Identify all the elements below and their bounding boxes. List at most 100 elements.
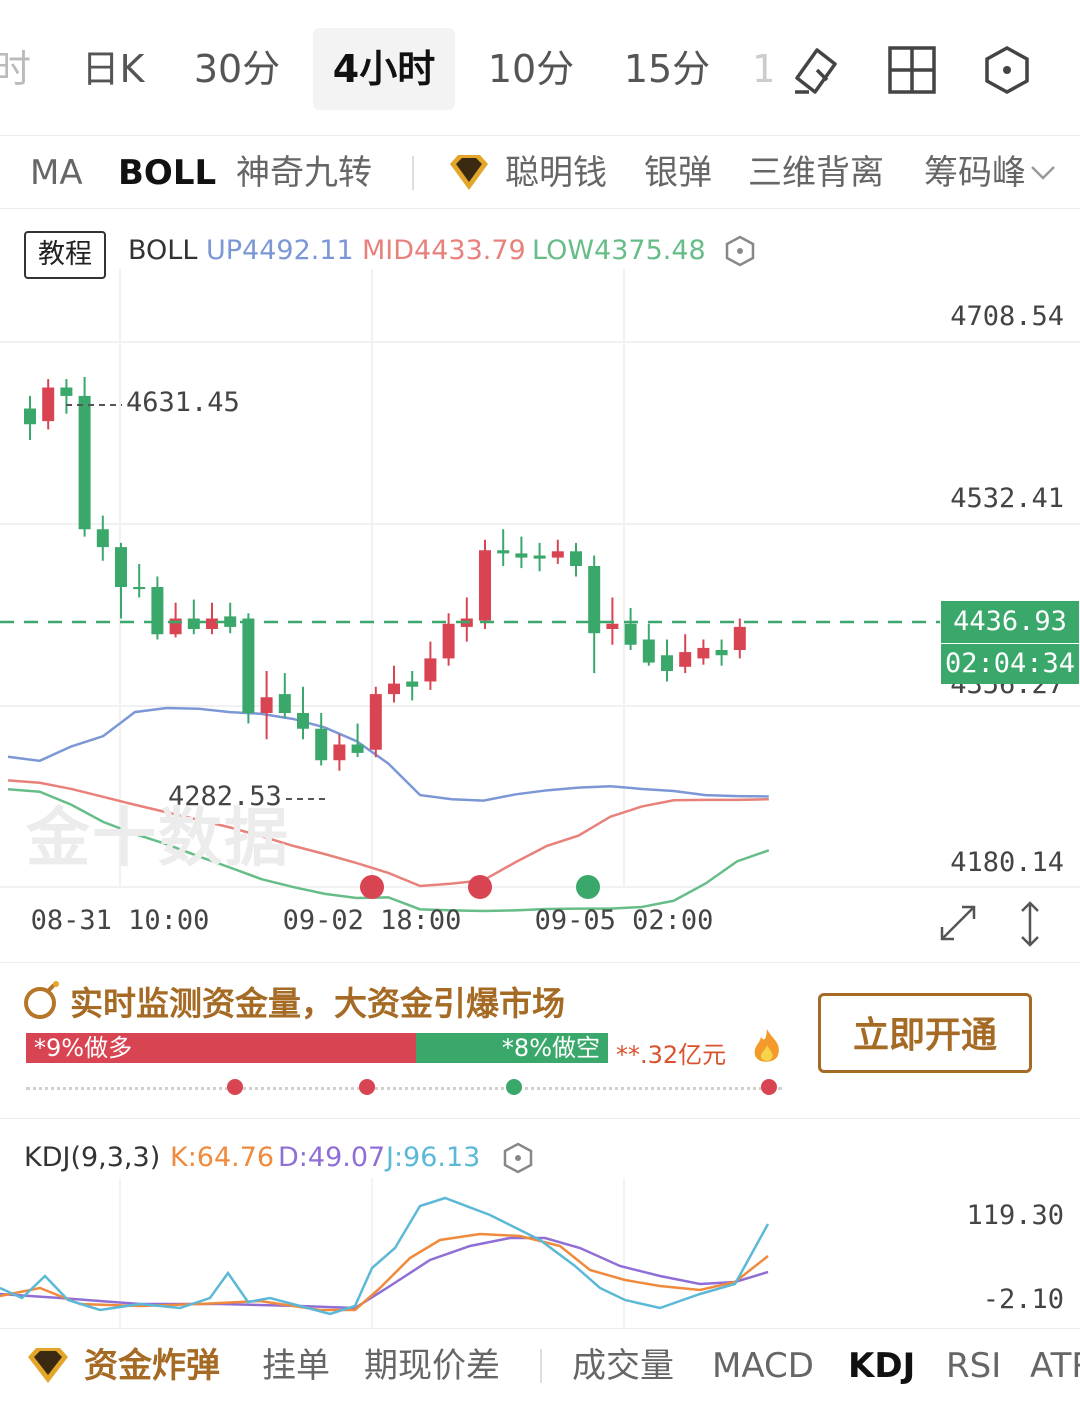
candle-body bbox=[679, 652, 692, 667]
signal-dot-red bbox=[468, 875, 492, 899]
candle-body bbox=[297, 713, 309, 729]
indicator-tab-ma[interactable]: MA bbox=[30, 148, 83, 198]
timeline-dot bbox=[761, 1079, 777, 1095]
capital-monitor-banner[interactable]: 实时监测资金量，大资金引爆市场 *9%做多 *8%做空 **.32亿元 立即开通 bbox=[0, 962, 1080, 1119]
timeline-dotted bbox=[26, 1087, 782, 1090]
kdj-d-line bbox=[0, 1236, 769, 1310]
candle-body bbox=[187, 618, 200, 629]
bottom-indicator-bar: 资金炸弹 挂单 期现价差 成交量 MACD KDJ RSI ATR bbox=[0, 1328, 1080, 1403]
candle-body bbox=[278, 694, 291, 713]
candle-body bbox=[60, 387, 73, 396]
bottom-tab-rsi[interactable]: RSI bbox=[946, 1339, 1001, 1393]
candle-body bbox=[515, 553, 528, 558]
candle-body bbox=[551, 551, 564, 558]
x-axis-label-3: 09-05 02:00 bbox=[534, 905, 714, 936]
kdj-y-label-bottom: -2.10 bbox=[982, 1284, 1064, 1315]
candle-body bbox=[533, 555, 546, 559]
kdj-settings-icon[interactable] bbox=[500, 1140, 536, 1176]
indicator-tab-nine-turns[interactable]: 神奇九转 bbox=[236, 148, 372, 198]
boll-legend-up: UP4492.11 bbox=[206, 235, 354, 266]
indicator-tab-smart-money[interactable]: 聪明钱 bbox=[505, 148, 607, 198]
x-axis-label-1: 08-31 10:00 bbox=[30, 905, 210, 936]
timeline-dot bbox=[359, 1079, 375, 1095]
boll-legend-mid: MID4433.79 bbox=[362, 235, 526, 266]
timeline-dot bbox=[227, 1079, 243, 1095]
y-axis-label-top: 4708.54 bbox=[950, 301, 1064, 332]
kdj-legend-name: KDJ(9,3,3) bbox=[24, 1142, 161, 1173]
kdj-y-label-top: 119.30 bbox=[966, 1200, 1064, 1231]
candle-body bbox=[78, 395, 91, 530]
chevron-down-icon[interactable] bbox=[1026, 156, 1060, 190]
period-tab-daily[interactable]: 日K bbox=[72, 28, 154, 110]
timeline-dot bbox=[506, 1079, 522, 1095]
candle-body bbox=[588, 566, 601, 634]
long-short-bar: *9%做多 *8%做空 bbox=[26, 1033, 608, 1063]
grid-layout-icon[interactable] bbox=[882, 40, 942, 100]
candle-body bbox=[406, 681, 419, 687]
indicator-tab-bar: MA BOLL 神奇九转 聪明钱 银弹 三维背离 筹码峰 bbox=[0, 136, 1080, 209]
period-tab-more[interactable]: 1 bbox=[752, 28, 772, 110]
bottom-tab-basis[interactable]: 期现价差 bbox=[364, 1339, 500, 1393]
indicator-tab-silver-bullet[interactable]: 银弹 bbox=[644, 148, 712, 198]
candle-body bbox=[42, 387, 55, 422]
candle-body bbox=[570, 551, 582, 566]
tutorial-badge[interactable]: 教程 bbox=[24, 231, 106, 279]
indicator-tab-boll[interactable]: BOLL bbox=[118, 148, 216, 198]
draw-pen-icon[interactable] bbox=[787, 40, 847, 100]
diamond-icon bbox=[24, 1345, 72, 1387]
bottom-tab-kdj[interactable]: KDJ bbox=[848, 1339, 915, 1393]
indicator-tab-divergence[interactable]: 三维背离 bbox=[748, 148, 884, 198]
diamond-icon bbox=[446, 152, 492, 194]
period-tab-bar: 时 日K 30分 4小时 10分 15分 1 bbox=[0, 0, 1080, 136]
period-tab-10min[interactable]: 10分 bbox=[478, 28, 584, 110]
boll-legend-low: LOW4375.48 bbox=[532, 235, 706, 266]
divider bbox=[540, 1349, 542, 1383]
short-label: *8%做空 bbox=[501, 1034, 600, 1062]
bottom-tab-macd[interactable]: MACD bbox=[712, 1339, 814, 1393]
candle-body bbox=[624, 623, 637, 645]
candle-body bbox=[733, 626, 746, 650]
x-axis-label-2: 09-02 18:00 bbox=[282, 905, 462, 936]
fullscreen-icon[interactable] bbox=[934, 899, 982, 947]
hexagon-settings-icon[interactable] bbox=[977, 40, 1037, 100]
kdj-j-line bbox=[0, 1196, 770, 1316]
banner-title: 实时监测资金量，大资金引爆市场 bbox=[70, 984, 565, 1023]
candle-body bbox=[115, 547, 127, 587]
bottom-tab-atr[interactable]: ATR bbox=[1030, 1339, 1080, 1393]
activate-now-button[interactable]: 立即开通 bbox=[818, 993, 1032, 1073]
signal-dot-green bbox=[576, 875, 600, 899]
fire-icon bbox=[748, 1027, 786, 1067]
candle-body bbox=[497, 550, 510, 554]
vertical-scale-icon[interactable] bbox=[1010, 897, 1050, 951]
capital-amount: **.32亿元 bbox=[616, 1041, 727, 1069]
bottom-tab-capital-bomb[interactable]: 资金炸弹 bbox=[84, 1339, 220, 1393]
watermark-logo: 金十数据 bbox=[26, 802, 290, 876]
candle-body bbox=[715, 650, 728, 656]
candle-body bbox=[351, 744, 364, 753]
candle-body bbox=[333, 744, 346, 761]
high-price-label: 4631.45 bbox=[126, 387, 240, 418]
kdj-panel[interactable]: KDJ(9,3,3) K:64.76 D:49.07 J:96.13 119.3… bbox=[0, 1118, 1080, 1328]
bomb-icon bbox=[22, 979, 62, 1021]
kline-chart[interactable]: 教程 BOLL UP4492.11 MID4433.79 LOW4375.48 … bbox=[0, 209, 1080, 961]
period-tab-30min[interactable]: 30分 bbox=[184, 28, 290, 110]
period-tab-partial[interactable]: 时 bbox=[0, 28, 32, 110]
kdj-legend-d: D:49.07 bbox=[278, 1142, 386, 1173]
boll-settings-icon[interactable] bbox=[722, 233, 758, 269]
kdj-legend-j: J:96.13 bbox=[386, 1142, 481, 1173]
bottom-tab-orders[interactable]: 挂单 bbox=[262, 1339, 330, 1393]
candle-body bbox=[606, 623, 619, 629]
candle-body bbox=[151, 587, 164, 635]
candle-body bbox=[424, 658, 437, 682]
period-tab-4hour[interactable]: 4小时 bbox=[313, 28, 455, 110]
boll-legend-name: BOLL bbox=[128, 235, 198, 266]
candle-body bbox=[697, 647, 710, 659]
candle-body bbox=[206, 618, 218, 629]
y-axis-label-upper: 4532.41 bbox=[950, 483, 1064, 514]
candle-body bbox=[642, 639, 655, 663]
candle-body bbox=[96, 529, 109, 548]
bottom-tab-volume[interactable]: 成交量 bbox=[572, 1339, 674, 1393]
period-tab-15min[interactable]: 15分 bbox=[614, 28, 720, 110]
candle-body bbox=[260, 697, 273, 713]
indicator-tab-chip-peak[interactable]: 筹码峰 bbox=[924, 148, 1024, 198]
